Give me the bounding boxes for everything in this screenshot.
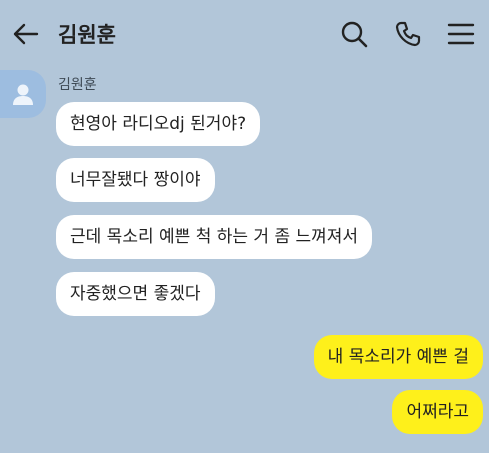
incoming-message[interactable]: 너무잘됐다 짱이야 (56, 158, 215, 202)
person-icon (13, 84, 33, 105)
sender-name: 김원훈 (58, 77, 97, 93)
phone-icon[interactable] (391, 17, 425, 51)
incoming-message[interactable]: 자중했으면 좋겠다 (56, 272, 215, 316)
back-arrow-icon[interactable] (8, 17, 42, 51)
incoming-message[interactable]: 근데 목소리 예쁜 척 하는 거 좀 느껴져서 (56, 215, 373, 259)
search-icon[interactable] (337, 17, 371, 51)
outgoing-message[interactable]: 어쩌라고 (392, 390, 483, 434)
outgoing-message[interactable]: 내 목소리가 예쁜 걸 (313, 335, 483, 379)
incoming-message[interactable]: 현영아 라디오dj 된거야? (56, 102, 261, 146)
avatar[interactable] (0, 70, 46, 118)
menu-icon[interactable] (444, 17, 478, 51)
chat-title: 김원훈 (58, 23, 116, 47)
chat-header: 김원훈 (0, 0, 489, 64)
